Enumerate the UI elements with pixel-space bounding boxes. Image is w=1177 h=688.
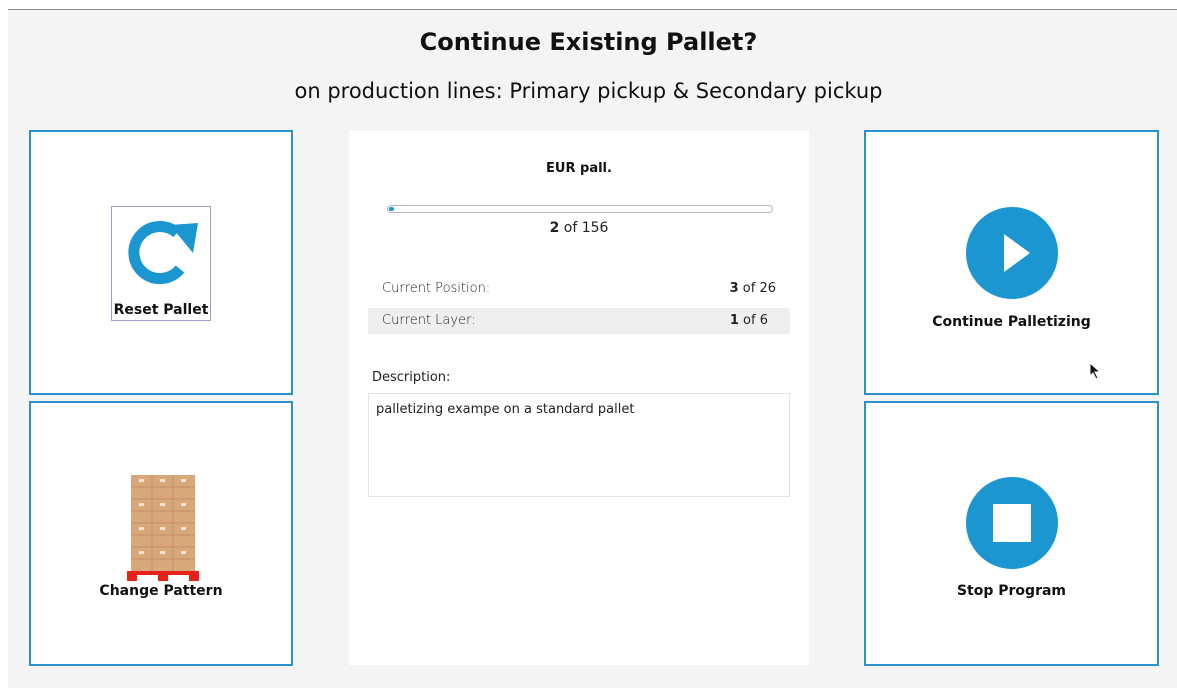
current-position-row: Current Position: 3 of 26 — [368, 276, 790, 302]
stop-program-label: Stop Program — [956, 583, 1067, 599]
current-position-label: Current Position: — [382, 281, 491, 296]
description-text: palletizing exampe on a standard pallet — [368, 393, 790, 497]
continue-palletizing-label: Continue Palletizing — [932, 314, 1091, 330]
refresh-arrow-icon — [128, 221, 198, 284]
reset-pallet-label: Reset Pallet — [113, 302, 209, 318]
mouse-cursor-icon — [1089, 362, 1101, 380]
current-layer-value: 1 of 6 — [729, 313, 768, 328]
pallet-progress-fill — [389, 207, 394, 211]
pallet-info-panel: EUR pall. 2 of 156 Current Position: 3 o… — [349, 131, 809, 665]
page-title: Continue Existing Pallet? — [419, 28, 758, 56]
current-position-value: 3 of 26 — [729, 281, 776, 296]
play-icon — [966, 207, 1058, 299]
current-layer-row: Current Layer: 1 of 6 — [368, 308, 790, 334]
continue-palletizing-button[interactable]: Continue Palletizing — [864, 130, 1159, 395]
page-subtitle: on production lines: Primary pickup & Se… — [294, 79, 883, 103]
reset-pallet-icon-frame: Reset Pallet — [111, 206, 211, 321]
progress-current: 2 — [549, 220, 560, 236]
pallet-progress-text: 2 of 156 — [349, 220, 809, 236]
reset-pallet-button[interactable]: Reset Pallet — [29, 130, 293, 395]
progress-total: of 156 — [559, 220, 609, 236]
change-pattern-label: Change Pattern — [99, 583, 223, 599]
stop-program-button[interactable]: Stop Program — [864, 401, 1159, 666]
description-label: Description: — [372, 370, 451, 385]
pallet-progress-bar — [387, 205, 773, 213]
current-layer-label: Current Layer: — [382, 313, 476, 328]
change-pattern-button[interactable]: Change Pattern — [29, 401, 293, 666]
pallet-name: EUR pall. — [546, 161, 612, 176]
pallet-stack-icon — [127, 475, 199, 581]
stop-icon — [966, 477, 1058, 569]
